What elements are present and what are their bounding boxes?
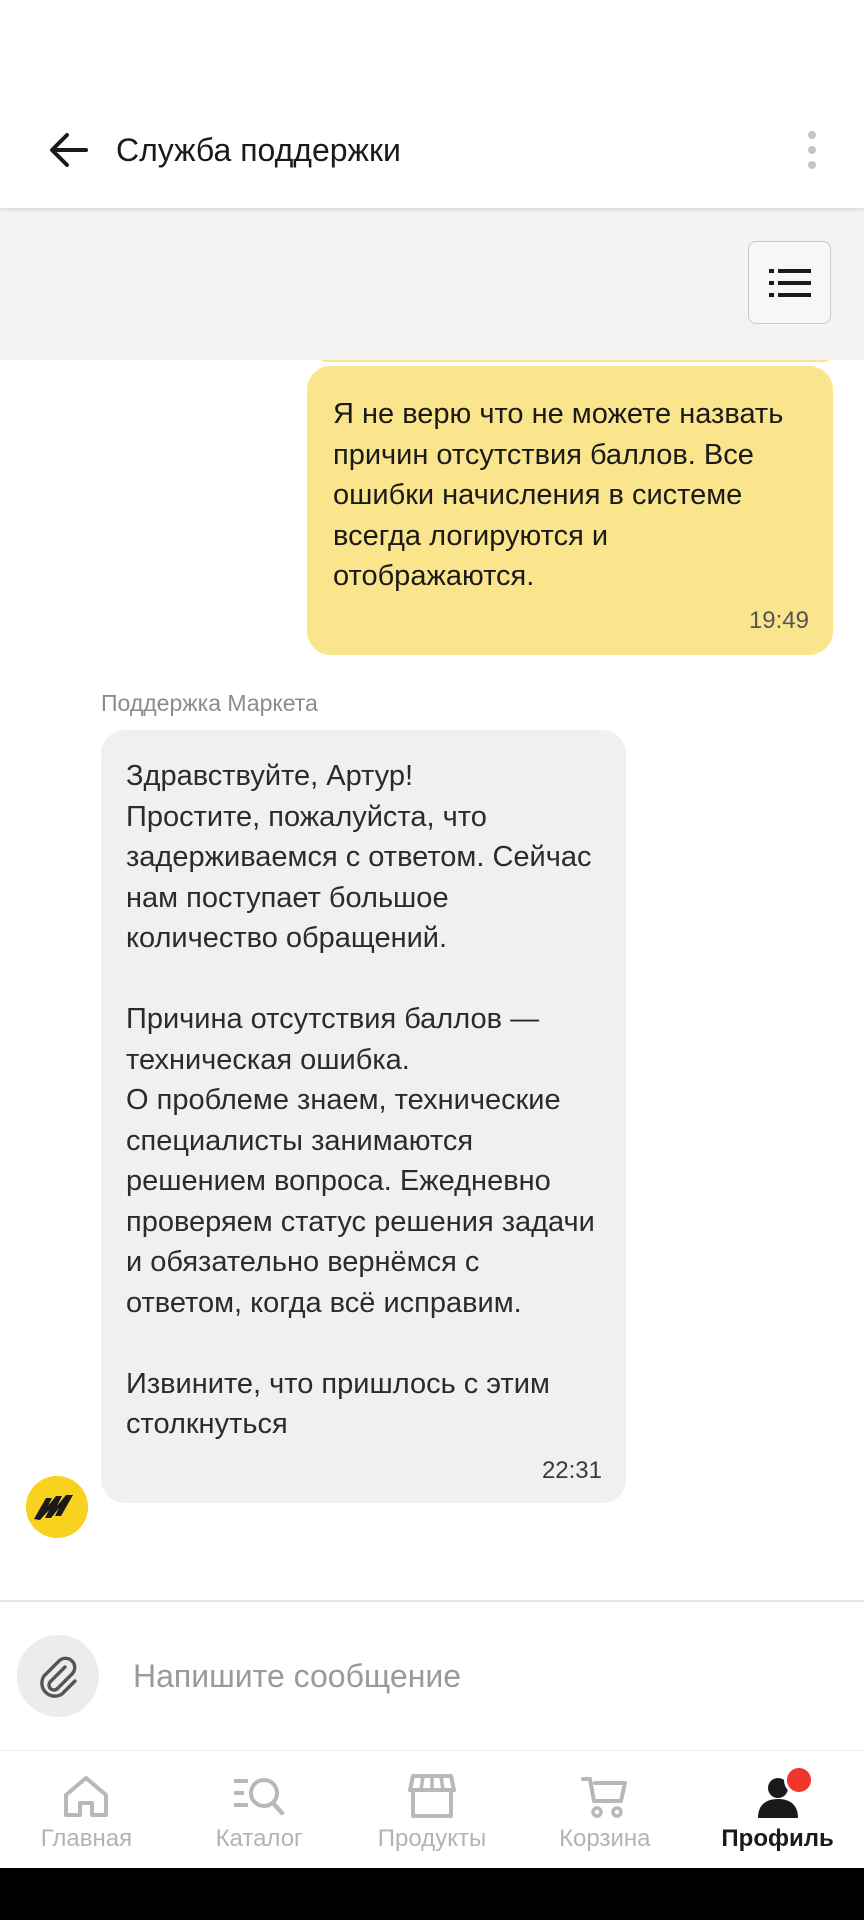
nav-label-cart: Корзина	[559, 1825, 651, 1852]
message-composer	[0, 1600, 864, 1750]
incoming-message-text: Здравствуйте, Артур! Простите, пожалуйст…	[126, 760, 595, 1440]
bottom-navigation: Главная Каталог Продукты Корзина Профиль	[0, 1750, 864, 1868]
nav-label-catalog: Каталог	[215, 1825, 303, 1852]
outgoing-message-text: Я не верю что не можете назвать причин о…	[333, 398, 784, 592]
chat-toolbar	[0, 208, 864, 360]
outgoing-message-time: 19:49	[748, 606, 809, 634]
market-logo-icon	[26, 1476, 88, 1538]
nav-item-cart[interactable]: Корзина	[518, 1751, 691, 1868]
paperclip-icon	[40, 1656, 77, 1698]
incoming-message-time: 22:31	[541, 1456, 602, 1484]
more-options-button[interactable]	[782, 108, 842, 192]
support-avatar	[26, 1476, 88, 1538]
nav-label-products: Продукты	[377, 1825, 487, 1852]
sender-name: Поддержка Маркета	[101, 690, 318, 716]
nav-item-catalog[interactable]: Каталог	[173, 1751, 346, 1868]
system-navigation-bar	[0, 1868, 864, 1920]
message-list[interactable]: Я не верю что не можете назвать причин о…	[0, 360, 864, 1600]
back-button[interactable]	[26, 108, 110, 192]
cart-icon	[580, 1777, 627, 1818]
nav-item-home[interactable]: Главная	[0, 1751, 173, 1868]
catalog-search-icon	[234, 1778, 285, 1816]
outgoing-message[interactable]: Я не верю что не можете назвать причин о…	[307, 366, 833, 655]
nav-label-home: Главная	[40, 1825, 133, 1852]
nav-item-profile[interactable]: Профиль	[691, 1751, 864, 1868]
app-header: Служба поддержки	[0, 92, 864, 208]
support-chat-screen: Служба поддержки Я не верю что не можете	[0, 0, 864, 1920]
message-input[interactable]	[133, 1657, 833, 1695]
page-title: Служба поддержки	[116, 131, 401, 168]
list-icon	[768, 268, 811, 297]
incoming-message[interactable]: Здравствуйте, Артур! Простите, пожалуйст…	[101, 730, 626, 1503]
menu-list-button[interactable]	[748, 241, 831, 324]
previous-message-edge	[318, 360, 832, 362]
more-vertical-icon	[808, 131, 816, 169]
notification-badge	[784, 1765, 815, 1795]
nav-label-profile: Профиль	[721, 1825, 834, 1852]
nav-item-products[interactable]: Продукты	[346, 1751, 519, 1868]
arrow-left-icon	[50, 133, 88, 167]
status-bar-area	[0, 0, 864, 92]
attach-button[interactable]	[17, 1635, 99, 1717]
store-icon	[407, 1774, 456, 1818]
home-icon	[64, 1776, 109, 1817]
